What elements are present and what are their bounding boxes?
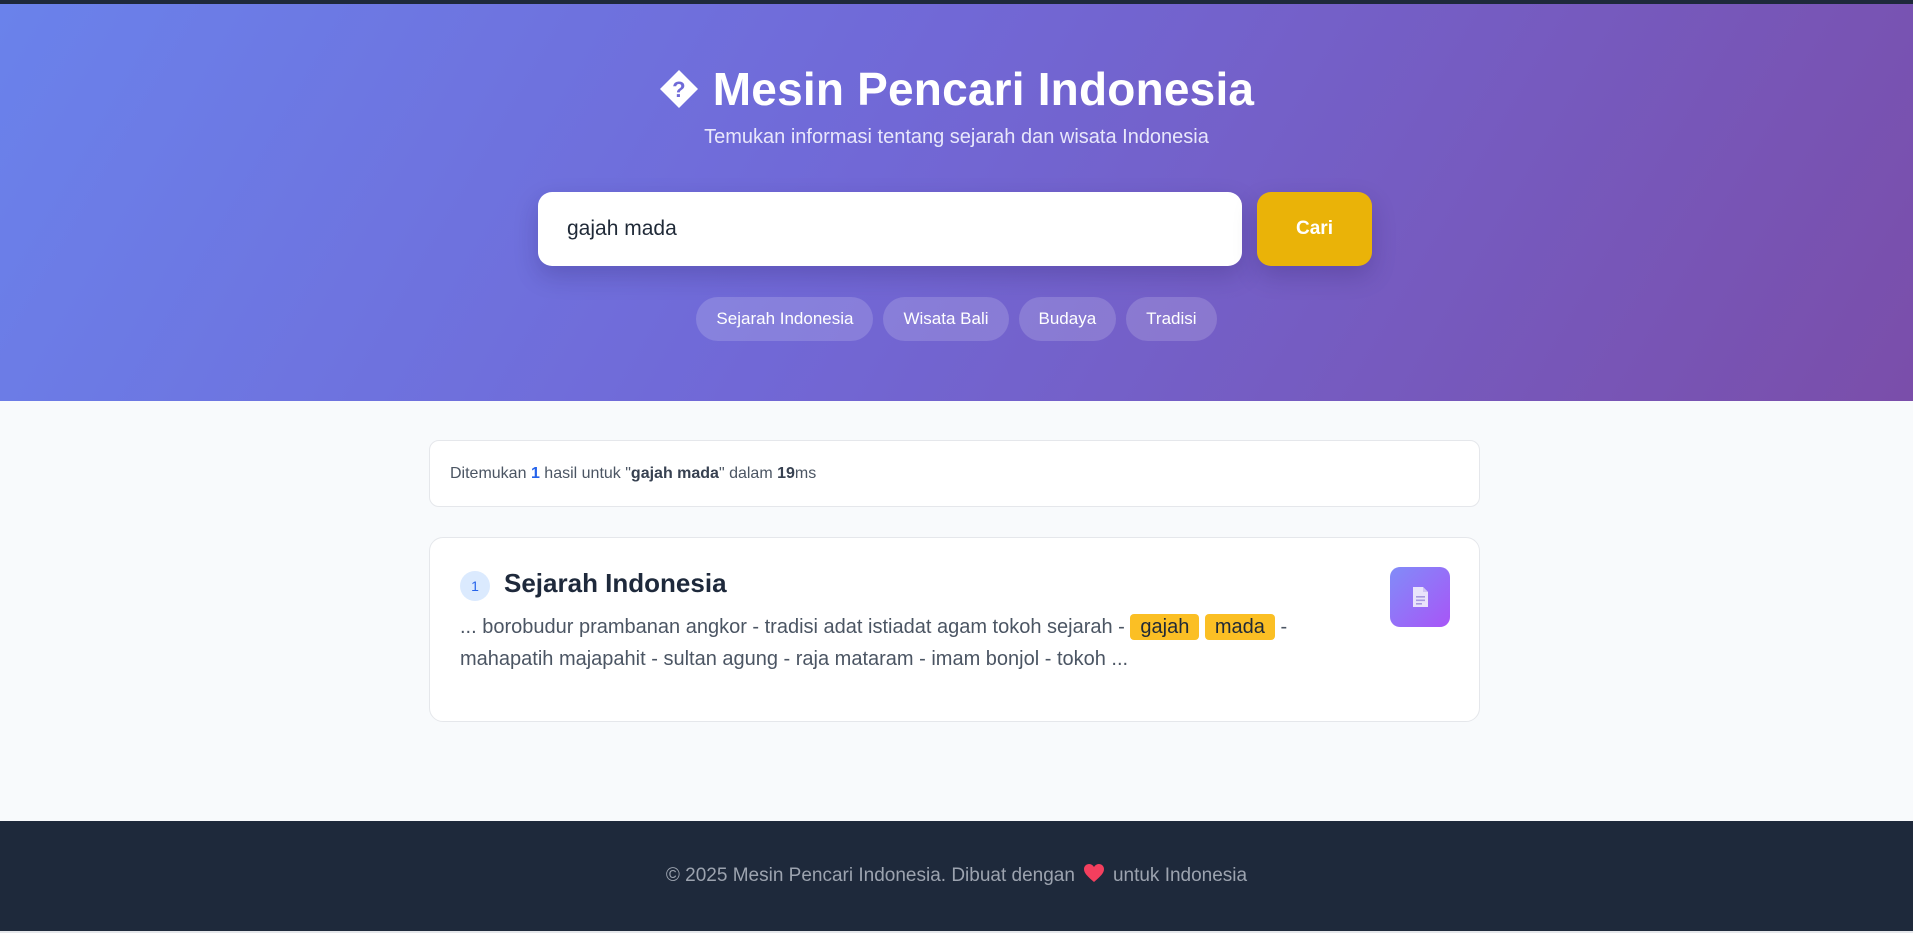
snippet-before: ... borobudur prambanan angkor - tradisi… xyxy=(460,616,1125,638)
page-subtitle: Temukan informasi tentang sejarah dan wi… xyxy=(704,126,1209,148)
heart-icon xyxy=(1083,863,1105,889)
hero-header: ? Mesin Pencari Indonesia Temukan inform… xyxy=(0,4,1913,401)
footer-text-before: © 2025 Mesin Pencari Indonesia. Dibuat d… xyxy=(665,865,1075,886)
stats-middle: hasil untuk " xyxy=(544,464,631,482)
stats-count: 1 xyxy=(530,464,540,482)
chip-budaya[interactable]: Budaya xyxy=(1018,297,1117,341)
highlight-term: mada xyxy=(1204,614,1275,640)
page-title-text: Mesin Pencari Indonesia xyxy=(712,63,1255,115)
result-card: 1 Sejarah Indonesia ... borobudur pramba… xyxy=(429,537,1480,722)
diamond-question-icon: ? xyxy=(659,69,699,109)
results-stats: Ditemukan 1 hasil untuk " gajah mada " dal… xyxy=(429,440,1480,507)
stats-query: gajah mada xyxy=(630,464,719,482)
search-input[interactable] xyxy=(538,192,1242,266)
result-rank: 1 xyxy=(460,571,490,601)
result-title[interactable]: Sejarah Indonesia xyxy=(504,568,727,599)
page-title: ? Mesin Pencari Indonesia xyxy=(0,62,1913,116)
chip-wisata-bali[interactable]: Wisata Bali xyxy=(883,297,1009,341)
highlight-term: gajah xyxy=(1130,614,1200,640)
stats-after-query: " dalam xyxy=(718,464,773,482)
search-button[interactable]: Cari xyxy=(1257,192,1372,266)
result-snippet: ... borobudur prambanan angkor - tradisi… xyxy=(460,611,1360,675)
document-icon xyxy=(1390,567,1450,627)
search-bar: Cari xyxy=(538,192,1372,266)
stats-prefix: Ditemukan xyxy=(450,464,527,482)
stats-unit: ms xyxy=(794,464,817,482)
suggestion-chips: Sejarah Indonesia Wisata Bali Budaya Tra… xyxy=(0,297,1913,341)
stats-time: 19 xyxy=(777,464,795,482)
chip-sejarah-indonesia[interactable]: Sejarah Indonesia xyxy=(696,297,874,341)
footer-text-after: untuk Indonesia xyxy=(1112,865,1248,886)
svg-text:?: ? xyxy=(672,77,686,102)
chip-tradisi[interactable]: Tradisi xyxy=(1126,297,1217,341)
footer: © 2025 Mesin Pencari Indonesia. Dibuat d… xyxy=(0,821,1913,931)
